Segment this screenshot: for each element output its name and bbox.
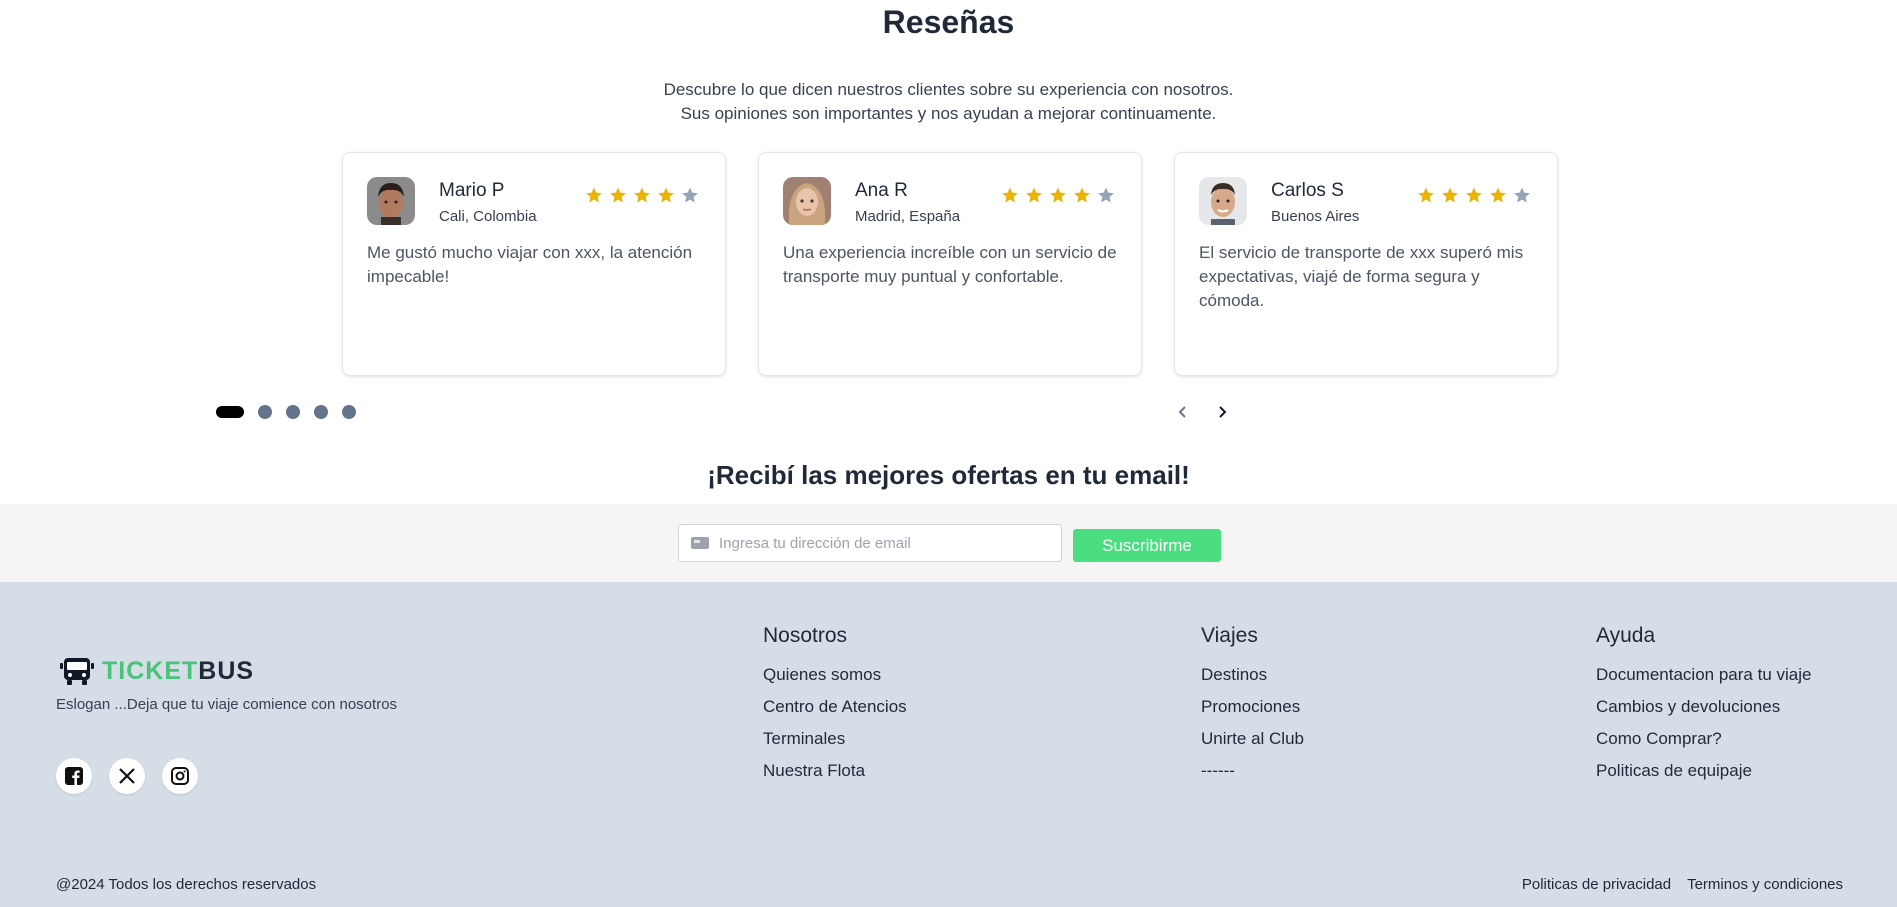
footer-link[interactable]: Politicas de equipaje xyxy=(1596,760,1811,792)
star-icon xyxy=(1490,187,1506,203)
reviews-description: Descubre lo que dicen nuestros clientes … xyxy=(0,78,1897,126)
avatar xyxy=(1199,177,1247,225)
chevron-right-icon xyxy=(1219,406,1227,418)
social-links xyxy=(56,758,198,794)
reviewer-name: Ana R xyxy=(855,180,908,201)
star-icon xyxy=(1466,187,1482,203)
footer-column-title: Viajes xyxy=(1201,624,1258,647)
reviewer-location: Cali, Colombia xyxy=(439,208,537,225)
email-input-wrapper xyxy=(678,524,1062,562)
carousel-prev-button[interactable] xyxy=(1171,400,1195,424)
star-empty-icon xyxy=(1514,187,1530,203)
star-icon xyxy=(610,187,626,203)
newsletter-title: ¡Recibí las mejores ofertas en tu email! xyxy=(707,460,1190,490)
review-card: Mario P Cali, Colombia Me gustó mucho vi… xyxy=(342,152,726,376)
carousel-pagination xyxy=(216,405,356,419)
facebook-link[interactable] xyxy=(56,758,92,794)
footer-link[interactable]: Terminales xyxy=(763,728,907,760)
review-text: El servicio de transporte de xxx superó … xyxy=(1199,243,1524,310)
star-empty-icon xyxy=(682,187,698,203)
reviewer-name: Carlos S xyxy=(1271,180,1344,201)
reviews-description-line-2: Sus opiniones son importantes y nos ayud… xyxy=(680,104,1217,123)
footer-link[interactable]: Como Comprar? xyxy=(1596,728,1811,760)
star-icon xyxy=(1050,187,1066,203)
logo-text: TICKETBUS xyxy=(102,657,254,686)
mail-icon xyxy=(691,537,709,549)
footer-column-title: Ayuda xyxy=(1596,624,1656,647)
star-icon xyxy=(658,187,674,203)
footer-link[interactable]: Quienes somos xyxy=(763,664,907,696)
reviews-section: Reseñas Descubre lo que dicen nuestros c… xyxy=(0,0,1897,440)
pagination-dot[interactable] xyxy=(258,405,272,419)
footer-link[interactable]: Promociones xyxy=(1201,696,1304,728)
star-icon xyxy=(1026,187,1042,203)
review-text: Me gustó mucho viajar con xxx, la atenci… xyxy=(367,243,693,286)
avatar xyxy=(783,177,831,225)
reviewer-location: Buenos Aires xyxy=(1271,208,1360,225)
subscribe-button[interactable]: Suscribirme xyxy=(1073,529,1221,562)
star-empty-icon xyxy=(1098,187,1114,203)
footer-link[interactable]: Nuestra Flota xyxy=(763,760,907,792)
review-text: Una experiencia increíble con un servici… xyxy=(783,243,1117,286)
logo-bus: BUS xyxy=(198,656,255,685)
email-input[interactable] xyxy=(719,534,1049,552)
avatar xyxy=(367,177,415,225)
footer-link[interactable]: Documentacion para tu viaje xyxy=(1596,664,1811,696)
footer-link[interactable]: Destinos xyxy=(1201,664,1304,696)
reviewer-location: Madrid, España xyxy=(855,208,961,225)
instagram-link[interactable] xyxy=(162,758,198,794)
copyright: @2024 Todos los derechos reservados xyxy=(56,876,317,893)
footer-column-ayuda: Ayuda Documentacion para tu viaje Cambio… xyxy=(1596,624,1811,792)
x-icon xyxy=(119,768,135,784)
terms-link[interactable]: Terminos y condiciones xyxy=(1687,876,1843,893)
star-rating xyxy=(1417,186,1531,204)
reviewer-name: Mario P xyxy=(439,180,505,201)
star-icon xyxy=(1002,187,1018,203)
star-icon xyxy=(1074,187,1090,203)
facebook-icon xyxy=(65,767,83,785)
review-card: Carlos S Buenos Aires El servicio de tra… xyxy=(1174,152,1558,376)
bus-icon xyxy=(60,658,94,685)
pagination-dot[interactable] xyxy=(314,405,328,419)
privacy-link[interactable]: Politicas de privacidad xyxy=(1522,876,1671,893)
review-card: Ana R Madrid, España Una experiencia inc… xyxy=(758,152,1142,376)
star-rating xyxy=(1001,186,1115,204)
instagram-icon xyxy=(171,767,189,785)
reviews-description-line-1: Descubre lo que dicen nuestros clientes … xyxy=(663,80,1234,99)
footer-link[interactable]: Cambios y devoluciones xyxy=(1596,696,1811,728)
footer: TICKETBUS Eslogan ...Deja que tu viaje c… xyxy=(0,582,1897,907)
footer-column-title: Nosotros xyxy=(763,624,848,647)
newsletter-section: Suscribirme xyxy=(0,504,1897,582)
carousel-next-button[interactable] xyxy=(1210,400,1234,424)
slogan: Eslogan ...Deja que tu viaje comience co… xyxy=(56,696,398,713)
star-rating xyxy=(585,186,699,204)
legal-links: Politicas de privacidad Terminos y condi… xyxy=(1522,876,1843,893)
footer-link[interactable]: Unirte al Club xyxy=(1201,728,1304,760)
star-icon xyxy=(634,187,650,203)
footer-link[interactable]: Centro de Atencios xyxy=(763,696,907,728)
pagination-dot[interactable] xyxy=(342,405,356,419)
footer-link[interactable]: ------ xyxy=(1201,760,1304,792)
footer-column-nosotros: Nosotros Quienes somos Centro de Atencio… xyxy=(763,624,907,792)
logo[interactable]: TICKETBUS xyxy=(60,656,254,686)
star-icon xyxy=(1418,187,1434,203)
star-icon xyxy=(586,187,602,203)
star-icon xyxy=(1442,187,1458,203)
reviews-title: Reseñas xyxy=(882,4,1015,40)
x-link[interactable] xyxy=(109,758,145,794)
footer-column-viajes: Viajes Destinos Promociones Unirte al Cl… xyxy=(1201,624,1304,792)
chevron-left-icon xyxy=(1178,406,1186,418)
pagination-dot-active[interactable] xyxy=(216,406,244,418)
pagination-dot[interactable] xyxy=(286,405,300,419)
logo-ticket: TICKET xyxy=(102,656,199,685)
